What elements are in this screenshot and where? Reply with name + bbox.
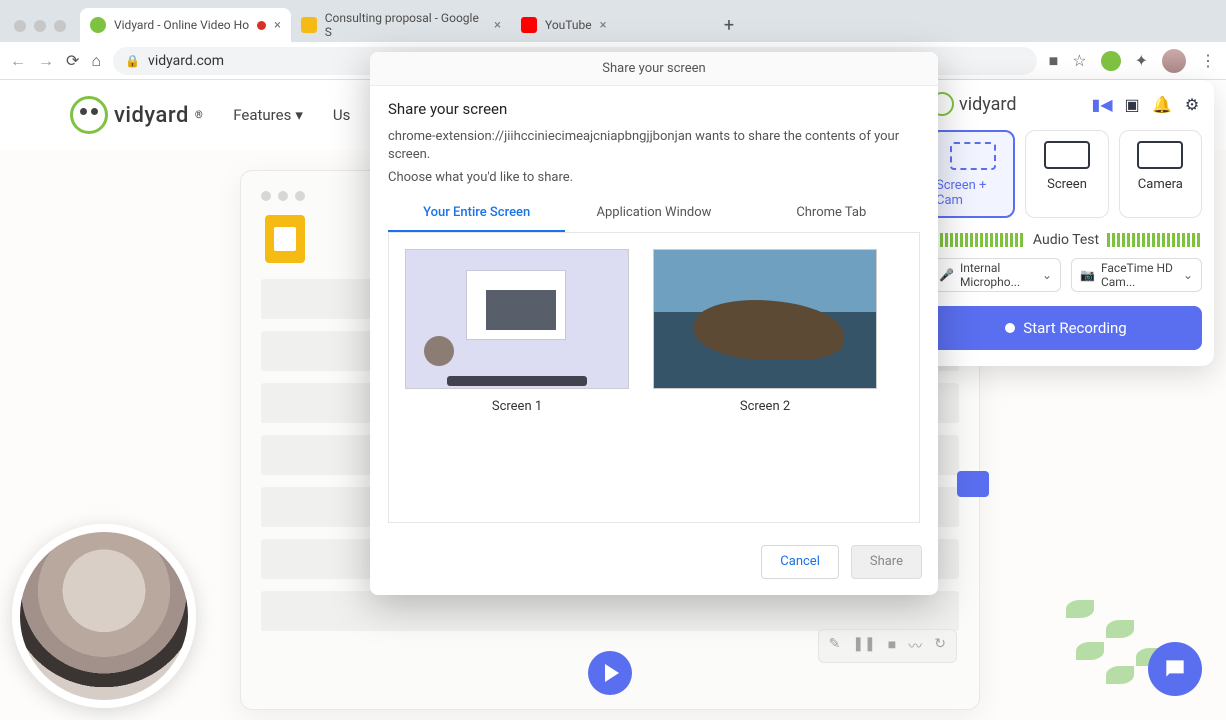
- nav-use[interactable]: Us: [333, 106, 350, 124]
- intercom-launcher[interactable]: [1148, 642, 1202, 696]
- tab-youtube[interactable]: YouTube ×: [511, 8, 711, 42]
- browser-tab-strip: Vidyard - Online Video Ho × Consulting p…: [0, 0, 1226, 42]
- tab-chrome-tab[interactable]: Chrome Tab: [743, 195, 920, 232]
- modal-desc-1: chrome-extension://jiihcciniecimeajcniap…: [388, 128, 920, 163]
- cancel-button[interactable]: Cancel: [761, 545, 839, 579]
- start-recording-button[interactable]: Start Recording: [930, 306, 1202, 350]
- screen-icon: [1044, 141, 1090, 169]
- profile-avatar[interactable]: [1162, 49, 1186, 73]
- favicon-youtube-icon: [521, 17, 537, 33]
- settings-icon[interactable]: ⚙: [1182, 94, 1202, 114]
- audio-test-label: Audio Test: [1033, 232, 1099, 248]
- screen-option-2[interactable]: Screen 2: [653, 249, 877, 506]
- share-screen-modal: Share your screen Share your screen chro…: [370, 52, 938, 595]
- modal-title: Share your screen: [388, 100, 920, 118]
- mode-screen[interactable]: Screen: [1025, 130, 1108, 218]
- mode-label: Screen: [1047, 177, 1087, 192]
- cam-value: FaceTime HD Cam...: [1101, 261, 1193, 289]
- chevron-down-icon: ⌄: [1042, 268, 1052, 282]
- library-icon[interactable]: ▣: [1122, 94, 1142, 114]
- tab-slides[interactable]: Consulting proposal - Google S ×: [291, 8, 511, 42]
- ext-brand-text: vidyard: [959, 94, 1017, 115]
- screen-cam-icon: [950, 142, 996, 170]
- restart-icon[interactable]: ↻: [934, 636, 946, 656]
- back-button[interactable]: ←: [10, 51, 26, 71]
- vidyard-ext-icon[interactable]: [1101, 51, 1121, 71]
- vidyard-extension-panel: vidyard ▮◀ ▣ 🔔 ⚙ Screen + Cam Screen Cam…: [918, 80, 1214, 366]
- mac-traffic-lights: [0, 20, 80, 42]
- decorative-block: [957, 471, 989, 497]
- menu-icon[interactable]: ⋮: [1200, 51, 1216, 70]
- extensions-icon[interactable]: ✦: [1135, 51, 1148, 70]
- lock-icon: 🔒: [125, 54, 140, 68]
- audio-test-row: Audio Test: [930, 232, 1202, 248]
- vidyard-bug-icon: [70, 96, 108, 134]
- close-tab-icon[interactable]: ×: [274, 18, 281, 33]
- forward-button[interactable]: →: [38, 51, 54, 71]
- screen-1-thumbnail: [405, 249, 629, 389]
- mic-icon: 🎤: [939, 268, 954, 282]
- chevron-down-icon: ⌄: [1183, 268, 1193, 282]
- video-icon[interactable]: ▮◀: [1092, 94, 1112, 114]
- draw-icon[interactable]: ✎: [829, 636, 841, 656]
- chevron-down-icon: ▾: [295, 106, 303, 124]
- screen-1-label: Screen 1: [492, 399, 542, 414]
- nav-features[interactable]: Features ▾: [233, 106, 303, 124]
- recording-indicator-icon: [257, 21, 266, 30]
- tab-title: Consulting proposal - Google S: [325, 11, 486, 39]
- close-tab-icon[interactable]: ×: [494, 18, 501, 33]
- share-button[interactable]: Share: [851, 545, 922, 579]
- placeholder-row: [261, 591, 959, 631]
- modal-chrome-header: Share your screen: [370, 52, 938, 86]
- url-text: vidyard.com: [148, 53, 224, 69]
- favicon-vidyard-icon: [90, 17, 106, 33]
- tab-title: Vidyard - Online Video Ho: [114, 18, 249, 32]
- reload-button[interactable]: ⟳: [66, 51, 79, 70]
- tab-vidyard[interactable]: Vidyard - Online Video Ho ×: [80, 8, 291, 42]
- webcam-bubble[interactable]: [12, 524, 196, 708]
- record-dot-icon: [1005, 323, 1015, 333]
- mode-label: Screen + Cam: [936, 178, 1009, 208]
- camera-select[interactable]: 📷 FaceTime HD Cam... ⌄: [1071, 258, 1202, 292]
- pause-icon[interactable]: ❚❚: [852, 636, 875, 656]
- stop-icon[interactable]: ■: [888, 636, 896, 656]
- screen-options: Screen 1 Screen 2: [388, 233, 920, 523]
- chat-icon: [1162, 656, 1188, 682]
- favicon-slides-icon: [301, 17, 317, 33]
- modal-desc-2: Choose what you'd like to share.: [388, 169, 920, 187]
- notifications-icon[interactable]: 🔔: [1152, 94, 1172, 114]
- slides-file-icon: [265, 215, 305, 263]
- mode-camera[interactable]: Camera: [1119, 130, 1202, 218]
- microphone-select[interactable]: 🎤 Internal Micropho... ⌄: [930, 258, 1061, 292]
- scribble-icon[interactable]: 〰: [908, 636, 922, 656]
- screen-2-thumbnail: [653, 249, 877, 389]
- tab-entire-screen[interactable]: Your Entire Screen: [388, 195, 565, 232]
- play-button[interactable]: [588, 651, 632, 695]
- modal-tabs: Your Entire Screen Application Window Ch…: [388, 195, 920, 233]
- screen-2-label: Screen 2: [740, 399, 790, 414]
- mode-screen-cam[interactable]: Screen + Cam: [930, 130, 1015, 218]
- cam-icon: 📷: [1080, 268, 1095, 282]
- vidyard-logo[interactable]: vidyard®: [70, 96, 203, 134]
- camera-icon: [1137, 141, 1183, 169]
- mode-label: Camera: [1138, 177, 1183, 192]
- home-button[interactable]: ⌂: [91, 51, 101, 71]
- screen-option-1[interactable]: Screen 1: [405, 249, 629, 506]
- tab-application-window[interactable]: Application Window: [565, 195, 742, 232]
- brand-text: vidyard: [114, 103, 189, 128]
- ext-logo: vidyard: [930, 92, 1017, 116]
- new-tab-button[interactable]: +: [715, 11, 743, 39]
- close-tab-icon[interactable]: ×: [600, 18, 607, 33]
- camera-indicator-icon[interactable]: ■: [1049, 51, 1059, 71]
- audio-meter-left: [930, 233, 1025, 247]
- mic-value: Internal Micropho...: [960, 261, 1052, 289]
- player-controls: ✎ ❚❚ ■ 〰 ↻: [818, 629, 957, 663]
- bookmark-icon[interactable]: ☆: [1072, 51, 1086, 70]
- audio-meter-right: [1107, 233, 1202, 247]
- tab-title: YouTube: [545, 18, 592, 32]
- record-label: Start Recording: [1023, 319, 1126, 337]
